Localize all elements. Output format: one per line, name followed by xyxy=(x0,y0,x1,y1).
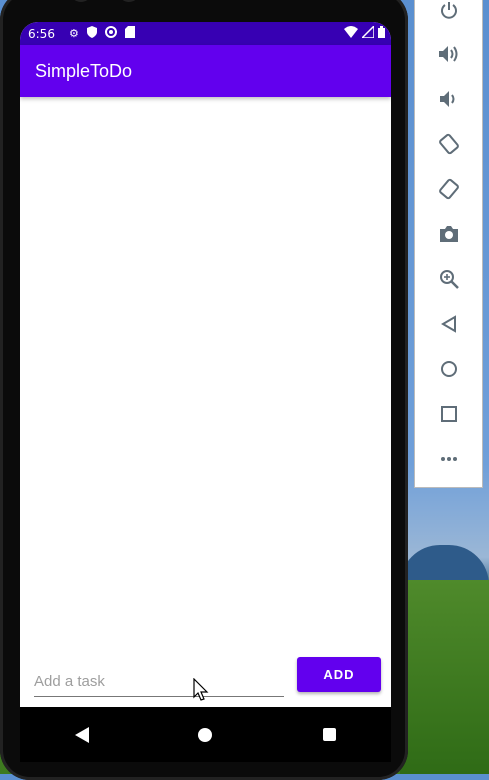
wifi-icon xyxy=(344,26,358,41)
power-icon[interactable] xyxy=(415,0,482,31)
app-title: SimpleToDo xyxy=(35,60,133,81)
zoom-icon[interactable] xyxy=(415,259,482,299)
rotate-right-icon[interactable] xyxy=(415,169,482,209)
task-list[interactable] xyxy=(20,97,391,657)
phone-frame: 6:56 ⚙ SimpleToDo Add a task ADD xyxy=(0,0,408,780)
battery-icon xyxy=(378,26,385,41)
back-icon[interactable] xyxy=(415,304,482,344)
settings-icon: ⚙ xyxy=(68,27,79,40)
vpn-icon xyxy=(104,26,117,41)
shield-icon xyxy=(86,26,97,41)
back-icon[interactable] xyxy=(62,715,102,755)
add-button[interactable]: ADD xyxy=(297,657,381,692)
camera-icon[interactable] xyxy=(415,214,482,254)
navigation-bar xyxy=(20,707,391,762)
volume-up-icon[interactable] xyxy=(415,34,482,74)
more-icon[interactable] xyxy=(415,439,482,479)
desktop-grass xyxy=(400,580,489,774)
status-time: 6:56 xyxy=(28,26,55,41)
rotate-left-icon[interactable] xyxy=(415,124,482,164)
emulator-toolbar xyxy=(414,0,483,488)
status-right-icons xyxy=(344,24,385,41)
overview-icon[interactable] xyxy=(415,394,482,434)
home-icon[interactable] xyxy=(185,715,225,755)
recents-icon[interactable] xyxy=(309,715,349,755)
status-bar: 6:56 ⚙ xyxy=(20,22,391,45)
sd-card-icon xyxy=(124,26,135,41)
app-bar: SimpleToDo xyxy=(20,45,391,97)
phone-screen: 6:56 ⚙ SimpleToDo Add a task ADD xyxy=(20,22,391,762)
speaker-right xyxy=(118,0,140,2)
volume-down-icon[interactable] xyxy=(415,79,482,119)
home-icon[interactable] xyxy=(415,349,482,389)
mouse-cursor-icon xyxy=(193,677,209,708)
task-input[interactable] xyxy=(34,666,284,697)
signal-icon xyxy=(360,24,375,41)
speaker-left xyxy=(70,0,92,2)
